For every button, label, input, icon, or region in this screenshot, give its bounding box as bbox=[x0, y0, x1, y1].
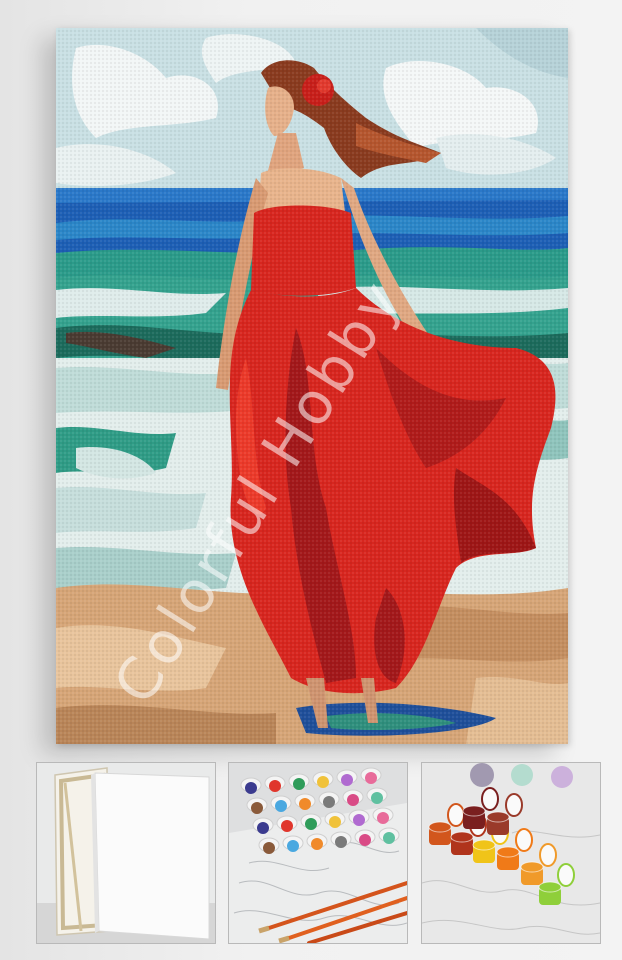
open-paint-pots-icon bbox=[422, 763, 600, 943]
paint-surface bbox=[520, 861, 544, 873]
paint-pot bbox=[311, 838, 323, 850]
paint-pot bbox=[335, 836, 347, 848]
stretched-canvas-icon bbox=[37, 763, 215, 943]
paint-pot bbox=[347, 794, 359, 806]
paint-set-brushes-icon bbox=[229, 763, 407, 943]
paint-pot bbox=[353, 814, 365, 826]
paint-surface bbox=[496, 846, 520, 858]
paint-pot-lid bbox=[515, 828, 533, 852]
paint-surface bbox=[486, 811, 510, 823]
paint-pot-lid bbox=[557, 863, 575, 887]
paint-pot bbox=[341, 774, 353, 786]
paint-pot bbox=[329, 816, 341, 828]
paint-surface bbox=[538, 881, 562, 893]
paint-pot-lid bbox=[447, 803, 465, 827]
paint-pot bbox=[365, 772, 377, 784]
paint-pot-lid bbox=[539, 843, 557, 867]
paint-pot bbox=[377, 812, 389, 824]
paint-pot bbox=[323, 796, 335, 808]
paint-surface bbox=[472, 839, 496, 851]
paint-surface bbox=[428, 821, 452, 833]
blank-canvas-thumbnail[interactable] bbox=[36, 762, 216, 944]
paint-pot bbox=[281, 820, 293, 832]
paint-pots-brushes-thumbnail[interactable] bbox=[228, 762, 408, 944]
paint-pot-lid bbox=[481, 787, 499, 811]
paint-pot bbox=[371, 792, 383, 804]
paint-surface bbox=[462, 805, 486, 817]
woman-red-dress-beach-painting bbox=[56, 28, 568, 744]
paint-pot bbox=[251, 802, 263, 814]
paint-pot bbox=[245, 782, 257, 794]
paint-pot bbox=[287, 840, 299, 852]
main-product-image[interactable]: Colorful Hobby bbox=[56, 28, 568, 744]
paint-pot-lid bbox=[505, 793, 523, 817]
paint-pot bbox=[293, 778, 305, 790]
paint-pot bbox=[263, 842, 275, 854]
paint-pot bbox=[317, 776, 329, 788]
paint-pot bbox=[269, 780, 281, 792]
paint-pot bbox=[359, 834, 371, 846]
paint-pot bbox=[299, 798, 311, 810]
paint-surface bbox=[450, 831, 474, 843]
paint-pot bbox=[257, 822, 269, 834]
paint-pot bbox=[383, 832, 395, 844]
paint-pot bbox=[275, 800, 287, 812]
paint-pot bbox=[305, 818, 317, 830]
open-paint-pots-thumbnail[interactable] bbox=[421, 762, 601, 944]
product-gallery: Colorful Hobby bbox=[0, 0, 622, 960]
